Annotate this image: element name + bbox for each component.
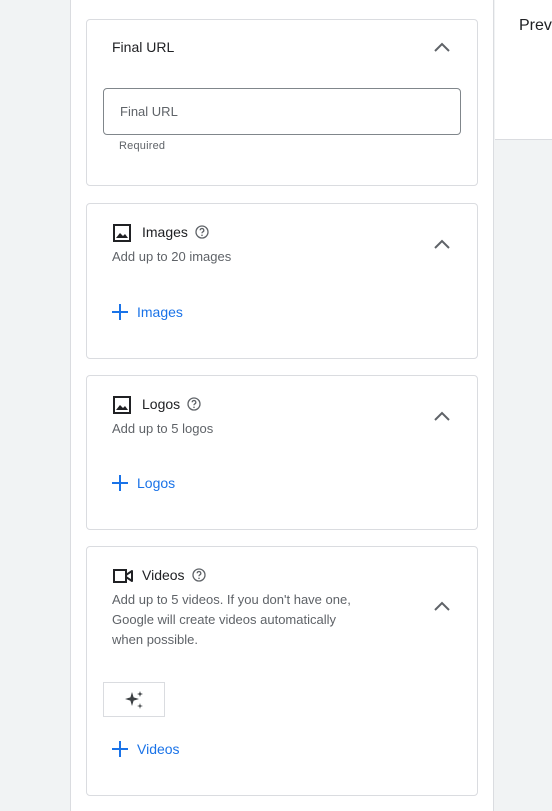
plus-icon: [112, 475, 128, 491]
chevron-up-icon[interactable]: [433, 600, 451, 612]
images-title: Images: [142, 224, 188, 240]
logos-card: Logos Add up to 5 logos Logos: [86, 375, 478, 530]
plus-icon: [112, 304, 128, 320]
final-url-card: Final URL Required: [86, 19, 478, 186]
add-videos-button[interactable]: Videos: [111, 740, 180, 758]
add-logos-button[interactable]: Logos: [111, 474, 175, 492]
add-videos-label: Videos: [137, 741, 180, 757]
chevron-up-icon[interactable]: [433, 410, 451, 422]
help-icon[interactable]: [187, 397, 201, 411]
help-icon[interactable]: [195, 225, 209, 239]
add-images-button[interactable]: Images: [111, 303, 183, 321]
videos-subtitle-line-1: Add up to 5 videos. If you don't have on…: [112, 592, 351, 607]
plus-icon: [112, 741, 128, 757]
left-gutter: [0, 0, 70, 811]
image-icon: [113, 224, 131, 242]
preview-panel: Prev: [495, 0, 552, 140]
chevron-up-icon[interactable]: [433, 41, 451, 53]
images-card: Images Add up to 20 images Images: [86, 203, 478, 359]
logos-subtitle: Add up to 5 logos: [112, 421, 214, 436]
video-camera-icon: [113, 569, 133, 583]
add-logos-label: Logos: [137, 475, 176, 491]
videos-subtitle-line-3: when possible.: [112, 632, 198, 647]
videos-card: Videos Add up to 5 videos. If you don't …: [86, 546, 478, 796]
chevron-up-icon[interactable]: [433, 238, 451, 250]
preview-title: Prev: [519, 17, 552, 34]
auto-create-videos-button[interactable]: [103, 682, 165, 717]
final-url-helper: Required: [119, 140, 166, 152]
final-url-title: Final URL: [112, 39, 175, 55]
add-images-label: Images: [137, 304, 183, 320]
help-icon[interactable]: [192, 568, 206, 582]
videos-subtitle-line-2: Google will create videos automatically: [112, 612, 336, 627]
images-subtitle: Add up to 20 images: [112, 249, 232, 264]
image-icon: [113, 396, 131, 414]
sparkle-icon: [125, 690, 143, 709]
logos-title: Logos: [142, 396, 181, 412]
videos-title: Videos: [142, 567, 185, 583]
final-url-input[interactable]: [103, 88, 461, 135]
